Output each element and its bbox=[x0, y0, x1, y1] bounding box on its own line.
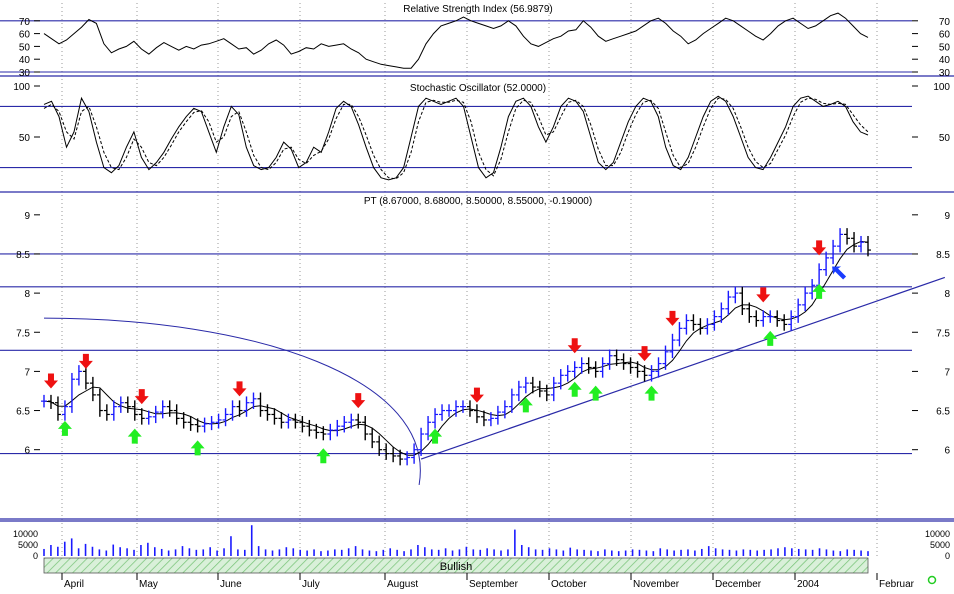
month-label: October bbox=[551, 579, 587, 589]
y-tick-label-left: 6.5 bbox=[16, 407, 30, 418]
y-tick-label-left: 8.5 bbox=[16, 250, 30, 261]
y-tick-label-right: 6 bbox=[944, 446, 950, 457]
month-label: May bbox=[139, 579, 158, 589]
month-label: December bbox=[715, 579, 762, 589]
y-tick-label-right: 50 bbox=[939, 133, 951, 144]
y-tick-label-left: 9 bbox=[24, 211, 30, 222]
month-label: September bbox=[469, 579, 519, 589]
y-tick-label-left: 6 bbox=[24, 446, 30, 457]
buy-signal-arrow bbox=[316, 448, 331, 464]
bullish-band-label: Bullish bbox=[440, 561, 472, 573]
y-tick-label-left: 70 bbox=[19, 17, 31, 28]
month-label: August bbox=[387, 579, 418, 589]
sell-signal-arrow bbox=[43, 373, 58, 389]
y-tick-label-left: 50 bbox=[19, 42, 31, 53]
month-label: 2004 bbox=[797, 579, 820, 589]
y-tick-label-left: 8 bbox=[24, 289, 30, 300]
buy-signal-arrow bbox=[127, 428, 142, 444]
moving-average-line bbox=[43, 240, 869, 456]
y-tick-label-left: 30 bbox=[19, 68, 31, 79]
sell-signal-arrow bbox=[78, 353, 93, 369]
sell-signal-arrow bbox=[469, 387, 484, 403]
volume-tick-label-left: 0 bbox=[33, 551, 38, 561]
status-indicator-icon bbox=[927, 575, 937, 585]
y-tick-label-right: 70 bbox=[939, 17, 951, 28]
buy-signal-arrow bbox=[567, 381, 582, 397]
volume-tick-label-left: 5000 bbox=[18, 540, 38, 550]
panel-title: Stochastic Oscillator (52.0000) bbox=[410, 83, 546, 94]
sell-signal-arrow bbox=[351, 393, 366, 409]
sell-signal-arrow bbox=[232, 381, 247, 397]
y-tick-label-left: 60 bbox=[19, 30, 31, 41]
y-tick-label-right: 6.5 bbox=[936, 407, 950, 418]
y-tick-label-right: 40 bbox=[939, 55, 951, 66]
volume-tick-label-right: 10000 bbox=[925, 529, 950, 539]
month-label: April bbox=[64, 579, 84, 589]
panel-title: PT (8.67000, 8.68000, 8.50000, 8.55000, … bbox=[364, 196, 592, 207]
y-tick-label-right: 8 bbox=[944, 289, 950, 300]
y-tick-label-left: 40 bbox=[19, 55, 31, 66]
y-tick-label-right: 100 bbox=[933, 82, 950, 93]
stochastic-d-line bbox=[43, 97, 869, 180]
month-label: July bbox=[302, 579, 320, 589]
y-tick-label-right: 7.5 bbox=[936, 328, 950, 339]
y-tick-label-left: 100 bbox=[13, 82, 30, 93]
y-tick-label-right: 9 bbox=[944, 211, 950, 222]
chart-canvas: 30 3040 4050 5060 6070 70Relative Strength In… bbox=[0, 3, 954, 590]
stock-chart: 30 30 40 40 50 50 60 60 70 70 Relative Strength In… bbox=[0, 0, 954, 590]
pointer-arrow bbox=[832, 266, 847, 280]
sell-signal-arrow bbox=[665, 310, 680, 326]
y-tick-label-right: 30 bbox=[939, 68, 951, 79]
y-tick-label-right: 60 bbox=[939, 30, 951, 41]
y-tick-label-right: 7 bbox=[944, 367, 950, 378]
volume-tick-label-right: 0 bbox=[945, 551, 950, 561]
month-label: June bbox=[220, 579, 242, 589]
volume-tick-label-right: 5000 bbox=[930, 540, 950, 550]
y-tick-label-left: 50 bbox=[19, 133, 31, 144]
buy-signal-arrow bbox=[588, 385, 603, 401]
trendline bbox=[420, 276, 946, 460]
rsi-series-line bbox=[43, 12, 869, 69]
y-tick-label-left: 7 bbox=[24, 367, 30, 378]
y-tick-label-right: 8.5 bbox=[936, 250, 950, 261]
sell-signal-arrow bbox=[637, 346, 652, 362]
y-tick-label-left: 7.5 bbox=[16, 328, 30, 339]
buy-signal-arrow bbox=[763, 330, 778, 346]
buy-signal-arrow bbox=[57, 420, 72, 436]
month-label: Februar bbox=[879, 579, 915, 589]
buy-signal-arrow bbox=[644, 385, 659, 401]
month-label: November bbox=[633, 579, 680, 589]
sell-signal-arrow bbox=[756, 287, 771, 303]
y-tick-label-right: 50 bbox=[939, 42, 951, 53]
sell-signal-arrow bbox=[812, 240, 827, 256]
sell-signal-arrow bbox=[567, 338, 582, 354]
volume-tick-label-left: 10000 bbox=[13, 529, 38, 539]
panel-title: Relative Strength Index (56.9879) bbox=[403, 4, 553, 15]
buy-signal-arrow bbox=[518, 397, 533, 413]
